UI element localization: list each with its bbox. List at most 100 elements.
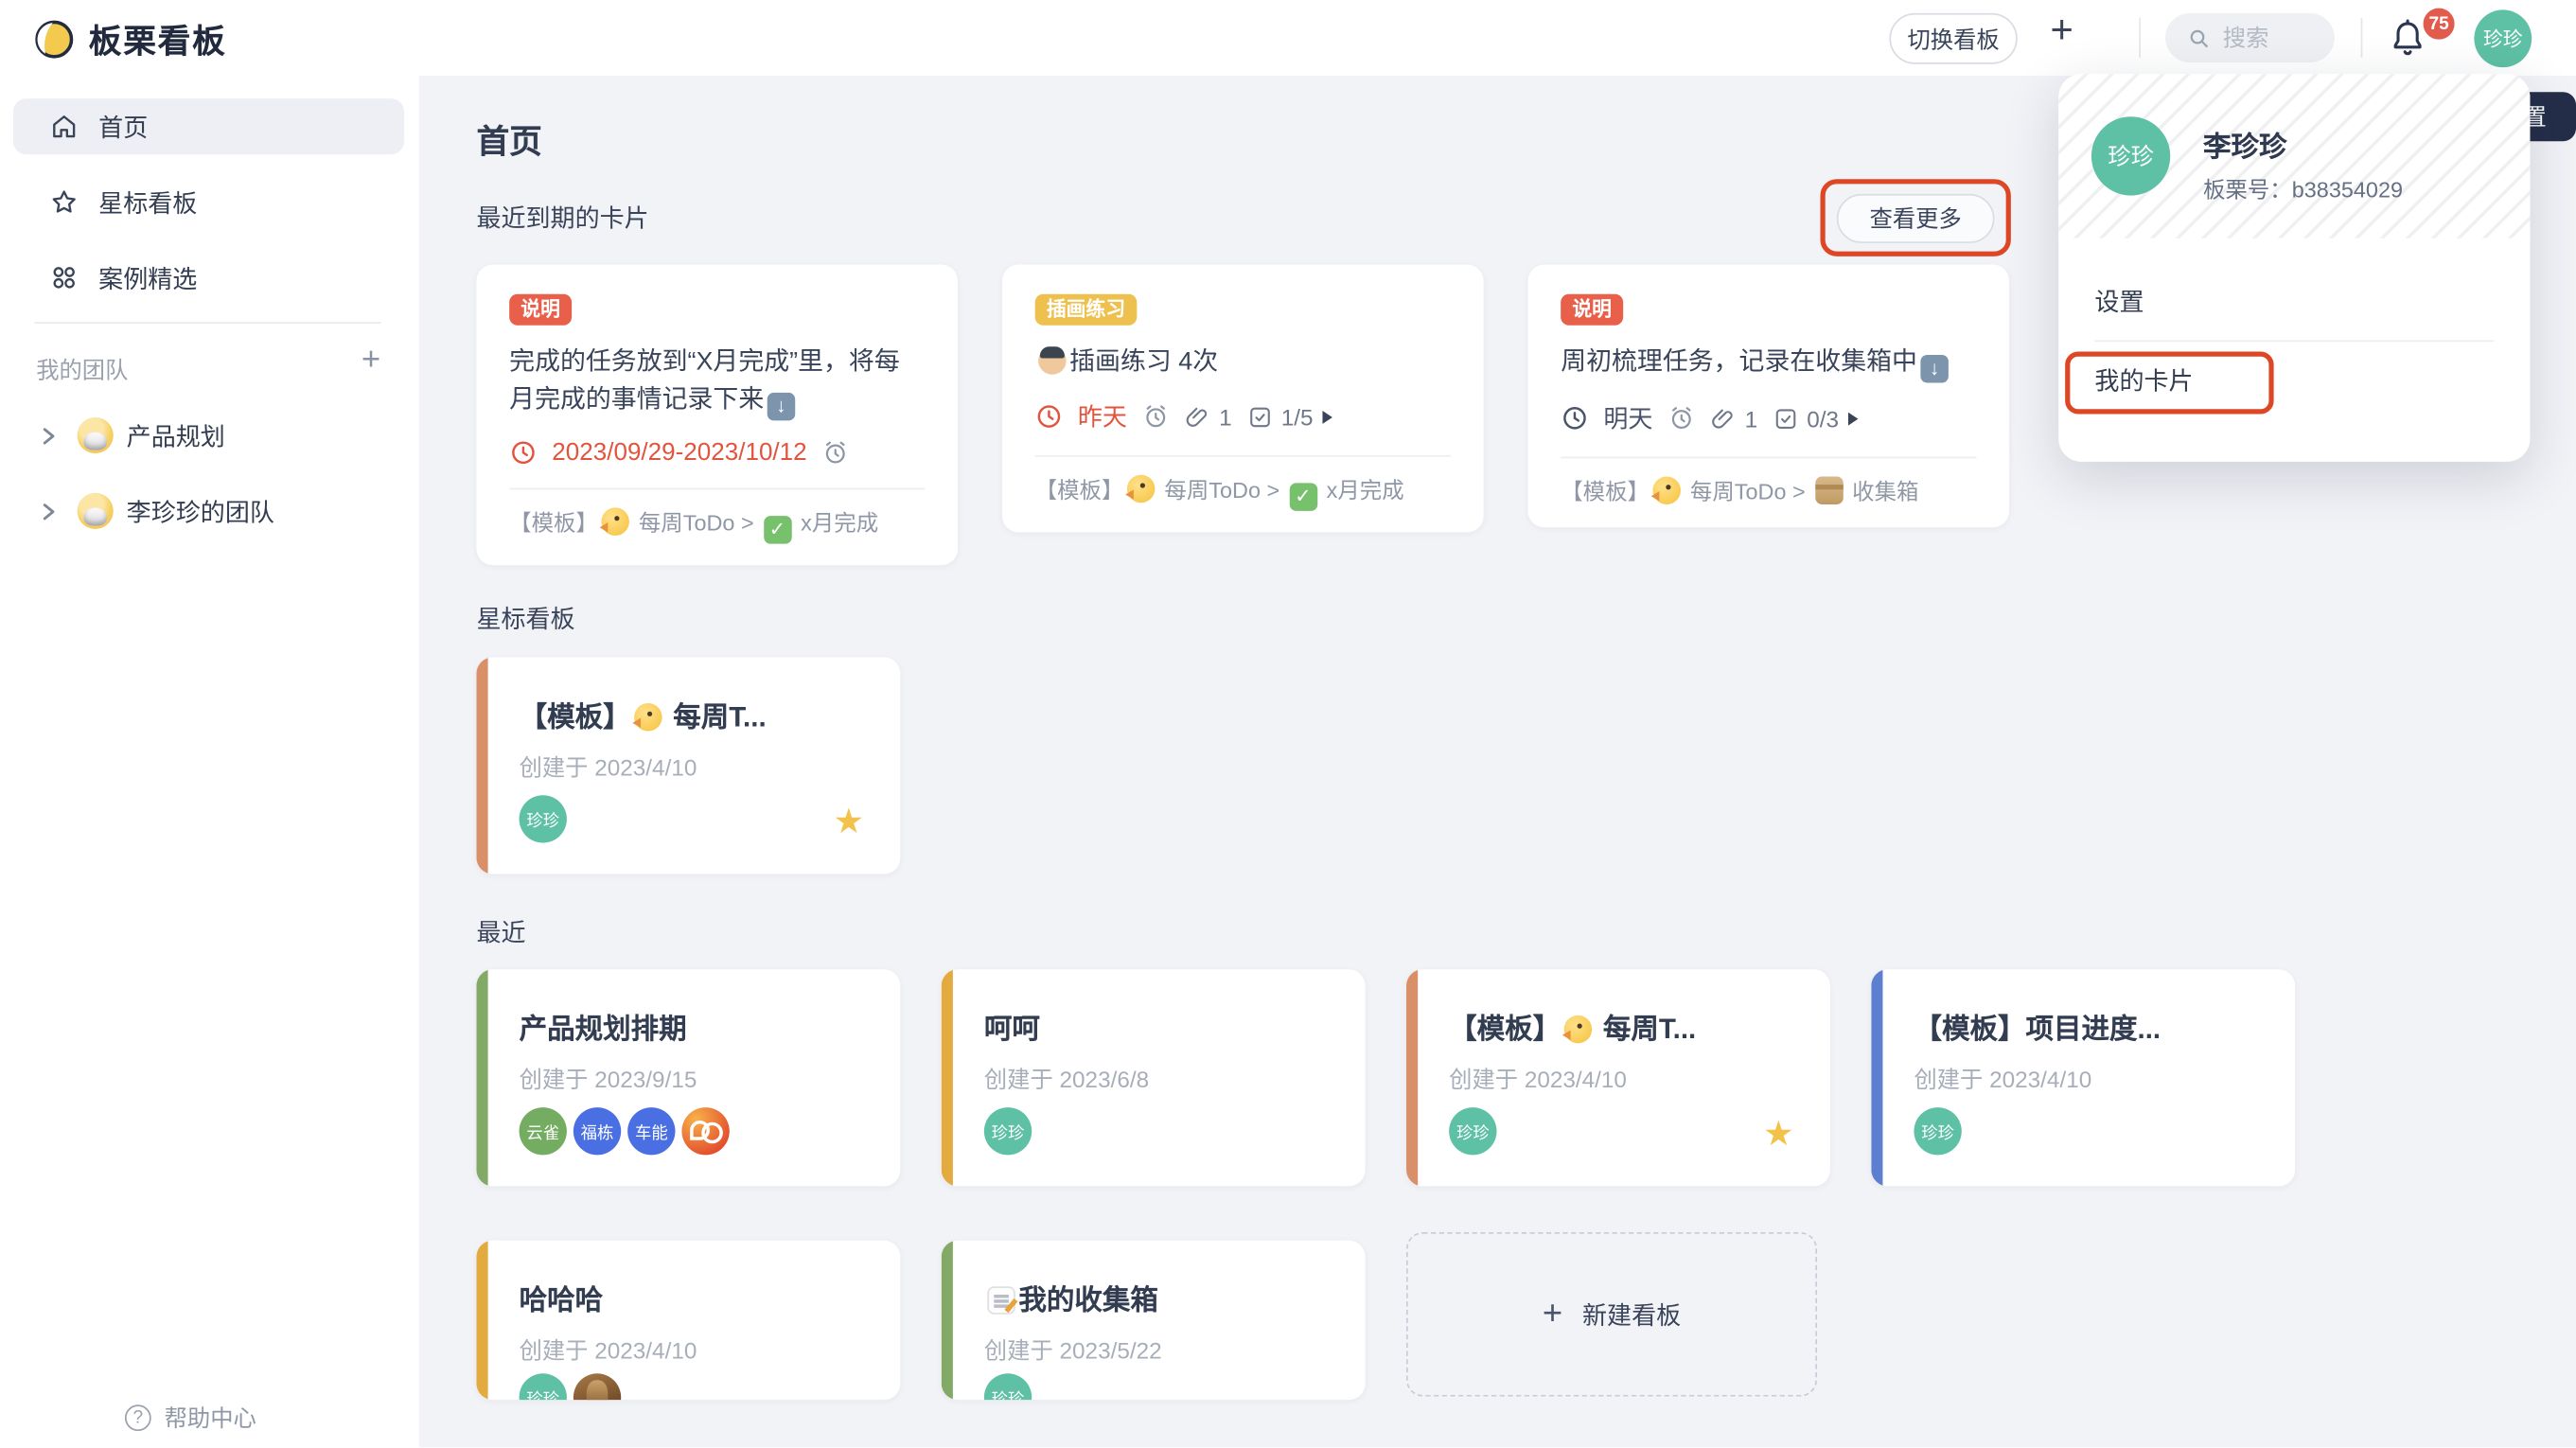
add-team-icon[interactable]: + xyxy=(362,342,380,380)
chick-emoji xyxy=(601,507,629,536)
attachment-count: 1 xyxy=(1219,403,1232,430)
sidebar-item-label: 案例精选 xyxy=(98,260,197,294)
board-created-date: 创建于 2023/4/10 xyxy=(520,1334,697,1368)
teams-section-title: 我的团队 xyxy=(36,353,128,386)
user-avatar-large: 珍珍 xyxy=(2091,116,2170,195)
board-title: 产品规划排期 xyxy=(520,1005,874,1046)
chevron-right-icon[interactable] xyxy=(40,425,58,447)
board-card[interactable]: 【模板】项目进度... 创建于 2023/4/10 珍珍 xyxy=(1871,969,2295,1186)
caret-icon[interactable] xyxy=(1848,412,1858,425)
caret-icon[interactable] xyxy=(1323,410,1332,423)
card-breadcrumb: 【模板】 每周ToDo > x月完成 xyxy=(1035,457,1451,533)
check-emoji xyxy=(1289,483,1317,511)
due-card[interactable]: 说明 周初梳理任务，记录在收集箱中 明天 xyxy=(1527,264,2009,527)
card-tag: 说明 xyxy=(509,294,572,326)
card-breadcrumb: 【模板】 每周ToDo > x月完成 xyxy=(509,489,925,565)
down-emoji xyxy=(1920,355,1949,383)
alarm-icon xyxy=(1667,404,1696,433)
page-title: 首页 xyxy=(476,115,541,163)
team-avatar xyxy=(78,493,114,529)
top-bar: 板栗看板 切换看板 + 搜索 75 珍珍 xyxy=(0,0,2576,76)
board-card[interactable]: 【模板】 每周T... 创建于 2023/4/10 珍珍 ★ xyxy=(476,657,900,874)
starred-section-label: 星标看板 xyxy=(476,601,574,635)
header-divider xyxy=(2139,18,2141,58)
menu-item-settings[interactable]: 设置 xyxy=(2094,284,2144,318)
star-icon[interactable]: ★ xyxy=(1763,1117,1794,1151)
board-created-date: 创建于 2023/4/10 xyxy=(1449,1063,1627,1096)
board-title: 【模板】项目进度... xyxy=(1914,1005,2268,1046)
chick-emoji xyxy=(634,703,662,732)
due-card[interactable]: 插画练习 插画练习 4次 昨天 xyxy=(1002,264,1484,532)
board-title: 我的收集箱 xyxy=(984,1277,1339,1317)
checklist-icon xyxy=(1773,405,1799,432)
annotation-box-view-more xyxy=(1820,179,2010,256)
sidebar-item-starred-boards[interactable]: 星标看板 xyxy=(13,174,404,230)
sidebar-item-featured-cases[interactable]: 案例精选 xyxy=(13,250,404,306)
help-label: 帮助中心 xyxy=(165,1402,256,1435)
card-title: 完成的任务放到“X月完成”里，将每月完成的事情记录下来 xyxy=(509,344,925,421)
chick-emoji xyxy=(1652,476,1681,504)
help-center-link[interactable]: ? 帮助中心 xyxy=(125,1402,256,1435)
board-created-date: 创建于 2023/4/10 xyxy=(1914,1063,2091,1096)
chestnut-logo-icon xyxy=(33,17,76,60)
memo-emoji xyxy=(987,1286,1015,1315)
member-avatar: 珍珍 xyxy=(984,1373,1032,1400)
member-avatar: 珍珍 xyxy=(1449,1107,1496,1155)
due-cards-section-label: 最近到期的卡片 xyxy=(476,201,648,235)
member-avatar: 珍珍 xyxy=(520,1373,567,1400)
home-icon xyxy=(49,112,79,141)
card-tag: 说明 xyxy=(1561,294,1623,326)
due-date: 2023/09/29-2023/10/12 xyxy=(552,439,806,468)
menu-divider xyxy=(2094,340,2494,342)
sidebar-item-home[interactable]: 首页 xyxy=(13,98,404,154)
board-title: 【模板】 每周T... xyxy=(520,694,874,734)
checklist-ratio: 1/5 xyxy=(1281,403,1314,430)
switch-board-button[interactable]: 切换看板 xyxy=(1889,13,2017,64)
grid-icon xyxy=(49,263,79,292)
add-board-icon[interactable]: + xyxy=(2051,9,2073,55)
clock-icon xyxy=(1561,404,1589,433)
board-card[interactable]: 我的收集箱 创建于 2023/5/22 珍珍 xyxy=(942,1241,1366,1400)
card-tag: 插画练习 xyxy=(1035,294,1138,326)
board-card[interactable]: 哈哈哈 创建于 2023/4/10 珍珍 xyxy=(476,1241,900,1400)
sidebar-team-product-planning[interactable]: 产品规划 xyxy=(0,414,419,456)
board-card[interactable]: 【模板】 每周T... 创建于 2023/4/10 珍珍 ★ xyxy=(1406,969,1830,1186)
chick-emoji xyxy=(1564,1015,1593,1044)
due-date: 明天 xyxy=(1603,401,1652,435)
card-title: 插画练习 4次 xyxy=(1035,344,1451,381)
check-emoji xyxy=(764,516,792,544)
member-avatar xyxy=(681,1107,729,1155)
search-input[interactable]: 搜索 xyxy=(2165,13,2335,62)
board-card[interactable]: 产品规划排期 创建于 2023/9/15 云雀 福栋 车能 xyxy=(476,969,900,1186)
member-avatar: 福栋 xyxy=(573,1107,621,1155)
sidebar: 首页 星标看板 案例精选 我的团队 + xyxy=(0,76,419,1448)
board-title: 【模板】 每周T... xyxy=(1449,1005,1804,1046)
member-avatar: 珍珍 xyxy=(520,795,567,842)
due-date: 昨天 xyxy=(1078,399,1127,433)
help-circle-icon: ? xyxy=(125,1404,151,1431)
due-card[interactable]: 说明 完成的任务放到“X月完成”里，将每月完成的事情记录下来 2023/09/2… xyxy=(476,264,958,565)
box-emoji xyxy=(1815,476,1844,504)
member-avatar: 珍珍 xyxy=(1914,1107,1961,1155)
new-board-button[interactable]: + 新建看板 xyxy=(1406,1232,1817,1397)
user-account-id: 板栗号：b38354029 xyxy=(2203,171,2403,204)
chevron-right-icon[interactable] xyxy=(40,501,58,522)
team-avatar xyxy=(78,417,114,453)
team-label: 产品规划 xyxy=(127,418,225,452)
header-divider xyxy=(2361,18,2363,58)
paperclip-icon xyxy=(1185,403,1211,430)
new-board-label: 新建看板 xyxy=(1582,1298,1681,1332)
sidebar-team-lizhenzhen[interactable]: 李珍珍的团队 xyxy=(0,489,419,532)
board-title: 哈哈哈 xyxy=(520,1277,874,1317)
board-card[interactable]: 呵呵 创建于 2023/6/8 珍珍 xyxy=(942,969,1366,1186)
artist-emoji xyxy=(1038,346,1067,375)
star-icon[interactable]: ★ xyxy=(833,805,864,839)
checklist-ratio: 0/3 xyxy=(1807,405,1839,432)
app-logo[interactable]: 板栗看板 xyxy=(33,15,227,62)
user-avatar[interactable]: 珍珍 xyxy=(2474,9,2532,67)
sidebar-item-label: 首页 xyxy=(98,109,148,143)
board-created-date: 创建于 2023/4/10 xyxy=(520,750,697,784)
annotation-box-my-cards xyxy=(2065,352,2273,415)
plus-icon: + xyxy=(1543,1295,1562,1334)
card-breadcrumb: 【模板】 每周ToDo > 收集箱 xyxy=(1561,458,1976,527)
